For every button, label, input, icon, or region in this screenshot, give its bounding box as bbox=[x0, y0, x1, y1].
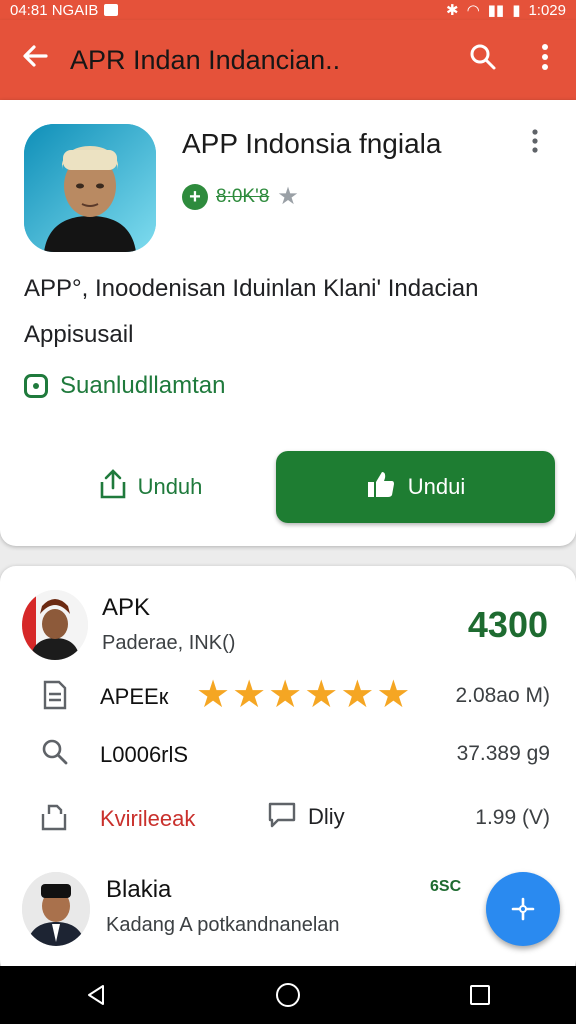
rating-text: 8:0K'8 bbox=[216, 185, 270, 207]
back-arrow-icon[interactable] bbox=[0, 41, 70, 79]
app-description: APP°, Inoodenisan Iduinlan Klani' Indaci… bbox=[24, 266, 554, 358]
star-icon[interactable]: ★ bbox=[277, 182, 299, 211]
status-time: 04:81 NGAIB bbox=[10, 1, 99, 19]
avatar bbox=[22, 872, 90, 946]
row-value: 2.08ao M) bbox=[455, 684, 550, 707]
description-line-2: Appisusail bbox=[24, 321, 134, 348]
star-icon: ★ bbox=[196, 674, 231, 716]
download-button[interactable]: Undui bbox=[276, 451, 555, 523]
record-icon bbox=[24, 374, 48, 398]
star-icon: ★ bbox=[376, 674, 411, 716]
status-right: ✱ ◠ ▮▮ ▮ 1:029 bbox=[446, 1, 566, 20]
system-nav-bar bbox=[0, 966, 576, 1024]
nav-recents-icon[interactable] bbox=[450, 966, 510, 1024]
star-icon: ★ bbox=[340, 674, 375, 716]
list-item-subtitle: Paderae, INK() bbox=[102, 632, 236, 654]
status-bar: 04:81 NGAIB ✱ ◠ ▮▮ ▮ 1:029 bbox=[0, 0, 576, 20]
download-button-label: Undui bbox=[407, 474, 466, 499]
list-item-title[interactable]: APK bbox=[102, 594, 150, 622]
row-label: L0006rlS bbox=[100, 742, 189, 767]
bookmark-icon bbox=[38, 802, 72, 836]
signal-icon: ▮▮ bbox=[487, 2, 505, 19]
chat-icon bbox=[266, 798, 298, 836]
status-clock: 1:029 bbox=[528, 1, 566, 19]
row-value: 37.389 g9 bbox=[456, 742, 550, 765]
sub-link-label: Suanludllamtan bbox=[60, 372, 226, 399]
status-badge: 6SC bbox=[430, 878, 462, 895]
score-value: 4300 bbox=[467, 604, 548, 645]
more-vert-icon[interactable] bbox=[514, 43, 576, 78]
list-item-subtitle: Kadang A potkandnanelan bbox=[106, 914, 340, 936]
list-row[interactable]: L0006rlS 37.389 g9 bbox=[0, 734, 576, 774]
notification-icon bbox=[104, 4, 119, 16]
plus-icon[interactable]: + bbox=[182, 183, 208, 210]
search-icon[interactable] bbox=[452, 43, 514, 78]
battery-icon: ▮ bbox=[512, 2, 521, 19]
wifi-icon: ◠ bbox=[466, 2, 480, 19]
row-mid-label: Dliy bbox=[308, 804, 345, 829]
star-icon: ★ bbox=[268, 674, 303, 716]
app-title: APP Indonsia fngiala bbox=[182, 128, 442, 159]
more-vert-icon[interactable] bbox=[530, 128, 540, 161]
app-bar: APR Indan Indancian.. bbox=[0, 20, 576, 100]
app-bar-title: APR Indan Indancian.. bbox=[70, 44, 341, 75]
share-icon bbox=[98, 468, 128, 506]
sub-link[interactable]: Suanludllamtan bbox=[24, 372, 225, 400]
row-label: Kvirileeak bbox=[100, 806, 196, 831]
list-row[interactable]: Kvirileeak Dliy 1.99 (V) bbox=[0, 798, 576, 838]
search-icon bbox=[38, 738, 72, 772]
fab-icon[interactable] bbox=[486, 872, 560, 946]
list-row[interactable]: APEEк ★ ★ ★ ★ ★ ★ 2.08ao M) bbox=[0, 676, 576, 716]
bluetooth-icon: ✱ bbox=[446, 2, 459, 19]
nav-home-icon[interactable] bbox=[258, 966, 318, 1024]
download-outline-button[interactable]: Unduh bbox=[60, 452, 240, 522]
nav-back-icon[interactable] bbox=[66, 966, 126, 1024]
download-outline-label: Unduh bbox=[137, 474, 203, 499]
list-item-title[interactable]: Blakia bbox=[106, 876, 171, 904]
row-label: APEEк bbox=[100, 684, 169, 709]
row-value: 1.99 (V) bbox=[475, 806, 550, 829]
row-mid[interactable]: Dliy bbox=[266, 798, 345, 836]
rating-row: + 8:0K'8 ★ bbox=[182, 182, 299, 211]
star-icon: ★ bbox=[232, 674, 267, 716]
status-left: 04:81 NGAIB bbox=[10, 1, 119, 19]
description-line-1: APP°, Inoodenisan Iduinlan Klani' Indaci… bbox=[24, 275, 479, 302]
avatar bbox=[22, 590, 88, 660]
doc-icon bbox=[38, 680, 72, 714]
like-icon bbox=[366, 469, 396, 505]
app-detail-card: APP Indonsia fngiala + 8:0K'8 ★ APP°, In… bbox=[0, 100, 576, 546]
star-icon: ★ bbox=[304, 674, 339, 716]
app-icon bbox=[24, 124, 156, 252]
star-rating: ★ ★ ★ ★ ★ ★ bbox=[196, 676, 410, 714]
